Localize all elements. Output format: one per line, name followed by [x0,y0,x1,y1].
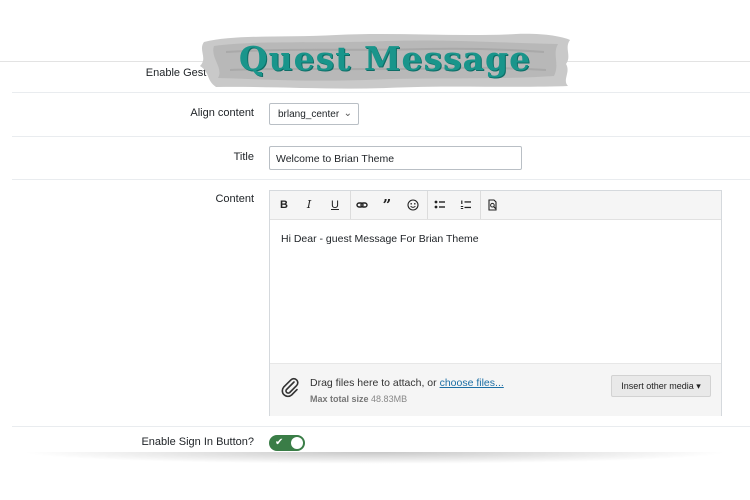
numbered-list-icon [460,200,471,210]
link-button[interactable] [350,191,374,219]
bold-button[interactable]: B [272,191,296,219]
drag-files-text: Drag files here to attach, or choose fil… [310,377,504,389]
emoji-button[interactable] [401,191,425,219]
title-banner: Quest Message [196,30,574,90]
underline-button[interactable]: U [323,191,347,219]
max-size-value: 48.83MB [371,394,408,404]
preview-button[interactable] [481,191,505,219]
align-content-label: Align content [190,107,254,119]
enable-sign-in-label: Enable Sign In Button? [141,436,254,448]
italic-button[interactable]: I [297,191,321,219]
preview-icon [488,199,497,211]
content-label: Content [215,193,254,205]
row-divider [12,136,750,137]
bullet-list-button[interactable] [428,191,452,219]
align-content-select[interactable]: brlang_center ⌄ [269,103,359,125]
drag-files-label: Drag files here to attach, or [310,377,437,389]
row-divider [12,92,750,93]
title-label: Title [233,151,254,163]
smiley-icon [407,199,419,211]
attachment-dropzone[interactable]: Drag files here to attach, or choose fil… [270,363,721,416]
chevron-down-icon: ⌄ [343,108,352,119]
title-input-value: Welcome to Brian Theme [276,153,395,165]
content-editor[interactable]: B I U ” Hi Dear - guest Message For Bria… [269,190,722,416]
max-size-info: Max total size 48.83MB [310,394,407,404]
editor-content[interactable]: Hi Dear - guest Message For Brian Theme [281,233,479,245]
choose-files-link[interactable]: choose files... [440,377,504,389]
max-size-label: Max total size [310,394,369,404]
banner-title: Quest Message [238,39,532,78]
paperclip-icon [281,377,299,398]
align-content-value: brlang_center [278,109,340,120]
title-input[interactable]: Welcome to Brian Theme [269,146,522,170]
insert-other-media-button[interactable]: Insert other media ▾ [611,375,711,397]
enable-sign-in-toggle[interactable]: ✔ [269,435,305,451]
row-divider [12,179,750,180]
row-divider [12,426,750,427]
bullet-list-icon [434,200,445,209]
toggle-knob [291,437,303,449]
check-icon: ✔ [275,437,284,448]
quote-button[interactable]: ” [375,191,399,219]
editor-toolbar: B I U ” [270,191,721,220]
link-icon [356,202,368,208]
numbered-list-button[interactable] [454,191,478,219]
panel-shadow [20,452,730,464]
